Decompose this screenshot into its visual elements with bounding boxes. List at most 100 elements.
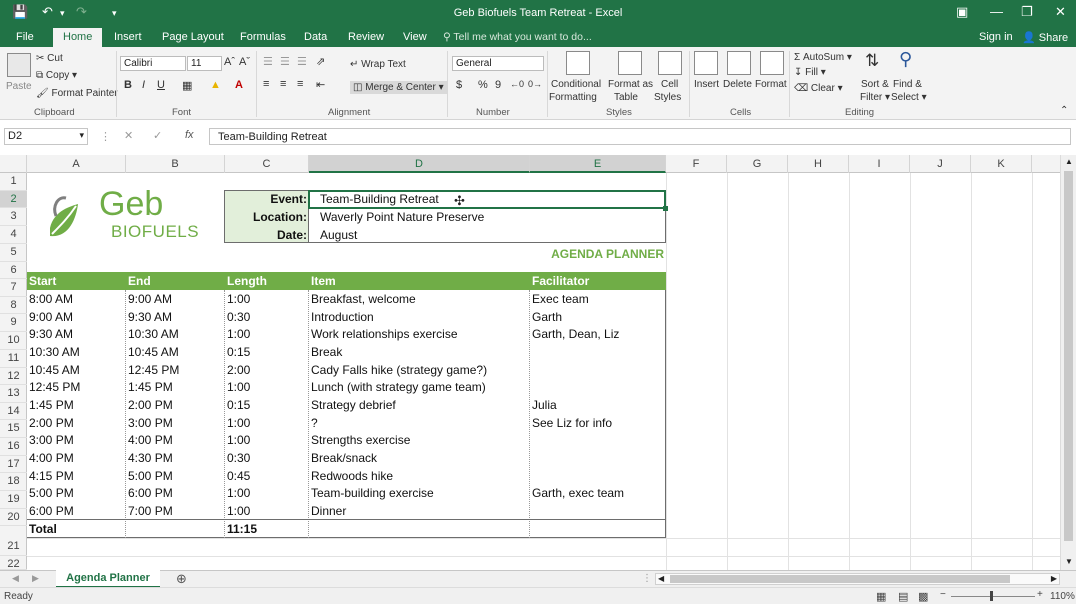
cell-length[interactable]: 1:00 bbox=[227, 486, 250, 500]
format-cells-button[interactable]: Format bbox=[755, 79, 787, 90]
row-header[interactable]: 7 bbox=[0, 279, 27, 297]
cell-length[interactable]: 1:00 bbox=[227, 416, 250, 430]
wrap-text-button[interactable]: ↵ Wrap Text bbox=[350, 59, 406, 70]
normal-view-icon[interactable]: ▦ bbox=[876, 590, 886, 603]
confirm-entry-icon[interactable]: ✓ bbox=[153, 129, 162, 142]
row-header[interactable]: 13 bbox=[0, 385, 27, 403]
align-top-icon[interactable]: ☰ bbox=[263, 55, 273, 68]
cell-facilitator[interactable]: Garth, exec team bbox=[532, 486, 624, 500]
format-painter-button[interactable]: 🖌 Format Painter bbox=[36, 88, 118, 99]
cell-end[interactable]: 5:00 PM bbox=[128, 469, 173, 483]
number-format-select[interactable]: General bbox=[452, 56, 544, 71]
total-value[interactable]: 11:15 bbox=[227, 522, 257, 536]
cell-item[interactable]: Work relationships exercise bbox=[311, 327, 458, 341]
page-break-view-icon[interactable]: ▩ bbox=[918, 590, 928, 603]
column-header[interactable]: H bbox=[788, 155, 849, 173]
cell-item[interactable]: Redwoods hike bbox=[311, 469, 393, 483]
align-left-icon[interactable]: ≡ bbox=[263, 78, 269, 90]
find-select-icon[interactable]: ⚲ bbox=[899, 49, 912, 70]
row-header[interactable]: 12 bbox=[0, 368, 27, 385]
cell-styles-label-1[interactable]: Cell bbox=[661, 79, 678, 90]
cell-length[interactable]: 1:00 bbox=[227, 433, 250, 447]
row-header[interactable]: 18 bbox=[0, 473, 27, 491]
decrease-decimal-icon[interactable]: 0→ bbox=[528, 79, 542, 89]
split-handle-icon[interactable]: ⋮ bbox=[642, 573, 652, 584]
cell-length[interactable]: 1:00 bbox=[227, 327, 250, 341]
cell-end[interactable]: 9:30 AM bbox=[128, 310, 172, 324]
header-end[interactable]: End bbox=[128, 274, 151, 288]
column-header[interactable]: F bbox=[666, 155, 727, 173]
delete-cells-button[interactable]: Delete bbox=[723, 79, 752, 90]
indent-icon[interactable]: ⇤ bbox=[316, 78, 325, 91]
column-header[interactable]: A bbox=[27, 155, 126, 173]
new-sheet-icon[interactable]: ⊕ bbox=[176, 571, 187, 587]
align-center-icon[interactable]: ≡ bbox=[280, 78, 286, 90]
cell-item[interactable]: Break bbox=[311, 345, 342, 359]
formula-input[interactable]: Team-Building Retreat bbox=[209, 128, 1071, 145]
scroll-right-icon[interactable]: ▶ bbox=[1051, 574, 1057, 583]
cell-facilitator[interactable]: Exec team bbox=[532, 292, 589, 306]
cell-item[interactable]: Cady Falls hike (strategy game?) bbox=[311, 363, 487, 377]
cell-start[interactable]: 1:45 PM bbox=[29, 398, 74, 412]
cell-facilitator[interactable]: Garth bbox=[532, 310, 562, 324]
tell-me-box[interactable]: ⚲ Tell me what you want to do... bbox=[443, 31, 592, 43]
cell-item[interactable]: Team-building exercise bbox=[311, 486, 434, 500]
row-header[interactable]: 17 bbox=[0, 456, 27, 473]
align-middle-icon[interactable]: ☰ bbox=[280, 55, 290, 68]
currency-button[interactable]: $ bbox=[456, 79, 462, 91]
cell-length[interactable]: 0:45 bbox=[227, 469, 250, 483]
cell-start[interactable]: 8:00 AM bbox=[29, 292, 73, 306]
next-sheet-icon[interactable]: ▶ bbox=[32, 573, 39, 584]
cell-start[interactable]: 9:30 AM bbox=[29, 327, 73, 341]
column-header[interactable]: K bbox=[971, 155, 1032, 173]
paste-icon[interactable] bbox=[7, 53, 31, 77]
merge-center-button[interactable]: ◫ Merge & Center ▾ bbox=[350, 81, 447, 94]
cell-end[interactable]: 9:00 AM bbox=[128, 292, 172, 306]
restore-icon[interactable]: ❐ bbox=[1021, 4, 1033, 20]
italic-button[interactable]: I bbox=[142, 79, 145, 91]
conditional-formatting-label-2[interactable]: Formatting bbox=[549, 92, 597, 103]
ribbon-display-icon[interactable]: ▣ bbox=[956, 4, 968, 20]
insert-function-button[interactable]: fx bbox=[185, 129, 194, 141]
sheet-tab-agenda-planner[interactable]: Agenda Planner bbox=[56, 570, 160, 588]
cell-start[interactable]: 4:00 PM bbox=[29, 451, 74, 465]
row-header[interactable]: 2 bbox=[0, 191, 27, 208]
vertical-scrollbar[interactable]: ▲ ▼ bbox=[1060, 155, 1076, 570]
column-header[interactable]: B bbox=[126, 155, 225, 173]
column-header[interactable]: E bbox=[530, 155, 666, 173]
row-header[interactable]: 8 bbox=[0, 297, 27, 314]
tab-formulas[interactable]: Formulas bbox=[240, 31, 286, 43]
cell-length[interactable]: 1:00 bbox=[227, 504, 250, 518]
cell-end[interactable]: 10:45 AM bbox=[128, 345, 179, 359]
cell-item[interactable]: Breakfast, welcome bbox=[311, 292, 416, 306]
column-header[interactable]: I bbox=[849, 155, 910, 173]
row-header[interactable]: 11 bbox=[0, 350, 27, 368]
vertical-scroll-thumb[interactable] bbox=[1064, 171, 1073, 541]
cell-end[interactable]: 12:45 PM bbox=[128, 363, 179, 377]
row-header[interactable]: 22 bbox=[0, 556, 27, 570]
cell-end[interactable]: 3:00 PM bbox=[128, 416, 173, 430]
zoom-out-icon[interactable]: − bbox=[940, 589, 946, 600]
autosum-button[interactable]: Σ AutoSum ▾ bbox=[794, 52, 852, 63]
cell-styles-icon[interactable] bbox=[658, 51, 682, 75]
cell-facilitator[interactable]: Julia bbox=[532, 398, 557, 412]
worksheet-grid[interactable]: Geb BIOFUELS Event: Team-Building Retrea… bbox=[27, 173, 1060, 570]
column-header[interactable]: J bbox=[910, 155, 971, 173]
sign-in-link[interactable]: Sign in bbox=[979, 31, 1013, 43]
delete-cells-icon[interactable] bbox=[727, 51, 751, 75]
row-header[interactable]: 19 bbox=[0, 491, 27, 509]
find-select-label-2[interactable]: Select ▾ bbox=[891, 92, 927, 103]
row-header[interactable]: 6 bbox=[0, 262, 27, 279]
cell-item[interactable]: Strategy debrief bbox=[311, 398, 396, 412]
cell-item[interactable]: Strengths exercise bbox=[311, 433, 410, 447]
tab-home[interactable]: Home bbox=[53, 28, 103, 47]
cell-start[interactable]: 6:00 PM bbox=[29, 504, 74, 518]
align-bottom-icon[interactable]: ☰ bbox=[297, 55, 307, 68]
row-header[interactable]: 20 bbox=[0, 509, 27, 526]
sort-filter-icon[interactable]: ⇅ bbox=[865, 51, 879, 71]
scroll-up-icon[interactable]: ▲ bbox=[1065, 157, 1073, 166]
percent-button[interactable]: % bbox=[478, 79, 488, 91]
font-name-select[interactable]: Calibri bbox=[120, 56, 186, 71]
format-as-table-label-1[interactable]: Format as bbox=[608, 79, 653, 90]
format-as-table-label-2[interactable]: Table bbox=[614, 92, 638, 103]
